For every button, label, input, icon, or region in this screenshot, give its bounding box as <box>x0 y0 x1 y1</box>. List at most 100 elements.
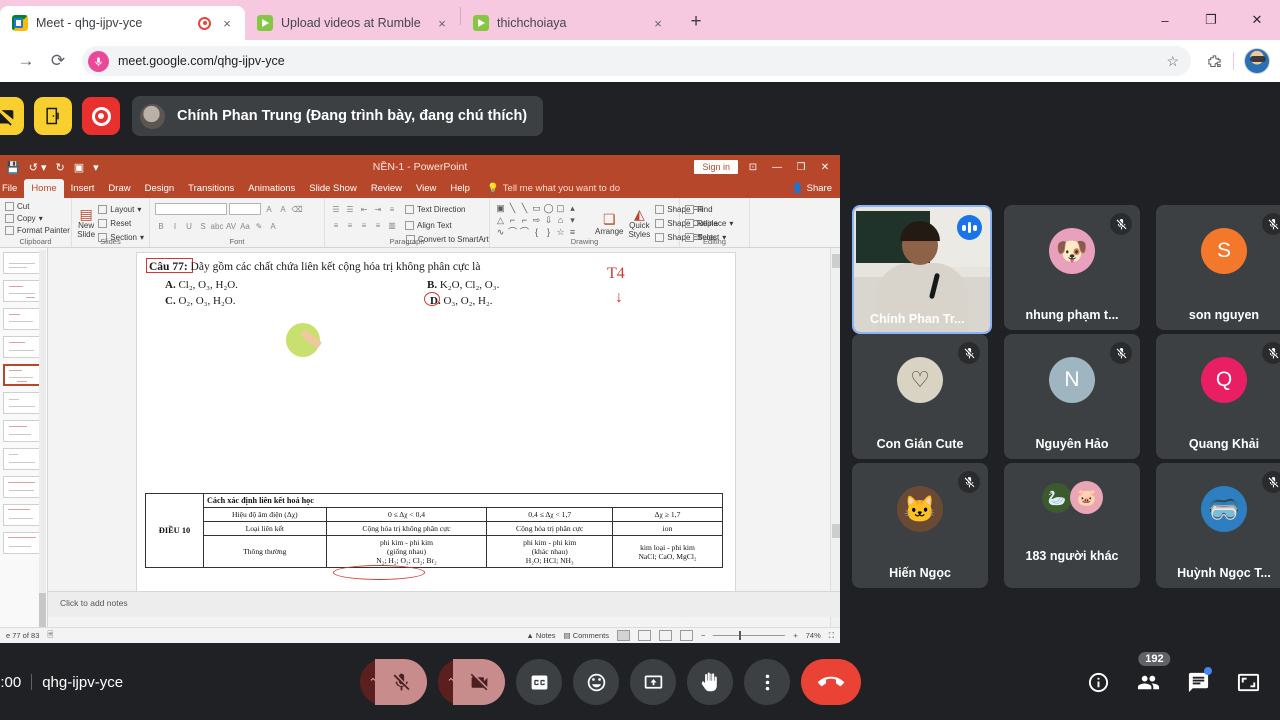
scroll-thumb[interactable] <box>832 524 840 538</box>
tab-view[interactable]: View <box>409 179 443 198</box>
decrease-font-size-icon[interactable]: A <box>277 203 289 215</box>
browser-tab-meet[interactable]: Meet - qhg-ijpv-yce × <box>0 6 245 40</box>
leave-call-button[interactable] <box>801 659 861 705</box>
extensions-puzzle-icon[interactable] <box>1199 46 1229 76</box>
tab-close-icon[interactable]: × <box>219 16 235 31</box>
browser-tab-rumble[interactable]: Upload videos at Rumble × <box>245 6 460 40</box>
slide-thumbnail[interactable] <box>3 308 41 330</box>
slideshow-view-icon[interactable] <box>679 630 693 641</box>
current-slide[interactable]: Câu 77: Dãy gồm các chất chứa liên kết c… <box>136 252 736 592</box>
comments-button[interactable]: ▤ Comments <box>564 631 609 640</box>
shape-triangle-icon[interactable]: △ <box>495 215 506 226</box>
meeting-details-button[interactable] <box>1080 664 1116 700</box>
shape-arrow-right-icon[interactable]: ⇨ <box>531 215 542 226</box>
shape-line2-icon[interactable]: ╲ <box>519 203 530 214</box>
zoom-out-icon[interactable]: − <box>701 631 705 640</box>
microphone-permission-icon[interactable] <box>88 50 109 72</box>
more-options-button[interactable] <box>744 659 790 705</box>
ppt-restore-button[interactable]: ❐ <box>792 162 810 173</box>
text-direction-button[interactable]: Text Direction <box>405 203 465 215</box>
tab-transitions[interactable]: Transitions <box>181 179 241 198</box>
slide-thumbnail[interactable] <box>3 252 41 274</box>
reset-button[interactable]: Reset <box>98 217 144 229</box>
shape-elbow2-icon[interactable]: ⌐ <box>519 215 530 226</box>
slide-canvas[interactable]: Câu 77: Dãy gồm các chất chứa liên kết c… <box>48 248 840 643</box>
participant-tile-son-nguyen[interactable]: S son nguyen <box>1156 205 1280 330</box>
normal-view-icon[interactable] <box>616 630 630 641</box>
replace-button[interactable]: Replace ▾ <box>685 217 744 229</box>
participant-tile-nguyen-hao[interactable]: N Nguyên Hảo <box>1004 334 1140 459</box>
reload-icon[interactable]: ⟳ <box>42 45 74 77</box>
italic-button[interactable]: I <box>169 220 181 232</box>
justify-icon[interactable]: ≡ <box>372 219 384 231</box>
reading-view-icon[interactable] <box>658 630 672 641</box>
bullets-icon[interactable]: ☰ <box>330 203 342 215</box>
accessibility-icon[interactable]: 🗏 <box>47 629 53 642</box>
shape-arrow-down-icon[interactable]: ⇩ <box>543 215 554 226</box>
slide-thumbnail[interactable] <box>3 448 41 470</box>
font-size-input[interactable] <box>229 203 261 215</box>
chat-button[interactable] <box>1180 664 1216 700</box>
tab-slide-show[interactable]: Slide Show <box>302 179 364 198</box>
notes-button[interactable]: ▲ Notes <box>526 631 555 640</box>
fit-to-window-icon[interactable]: ⛶ <box>829 631 834 641</box>
shadow-button[interactable]: S <box>197 220 209 232</box>
participant-tile-others[interactable]: 🦢 🐷 183 người khác <box>1004 463 1140 588</box>
tab-animations[interactable]: Animations <box>241 179 302 198</box>
change-case-button[interactable]: Aa <box>239 220 251 232</box>
slide-thumbnail[interactable] <box>3 392 41 414</box>
shape-textbox-icon[interactable]: ▣ <box>495 203 506 214</box>
slide-thumbnail[interactable] <box>3 476 41 498</box>
tab-close-icon[interactable]: × <box>650 16 666 31</box>
line-spacing-icon[interactable]: ≡ <box>386 203 398 215</box>
underline-button[interactable]: U <box>183 220 195 232</box>
raise-hand-button[interactable] <box>687 659 733 705</box>
tab-draw[interactable]: Draw <box>101 179 137 198</box>
share-button[interactable]: 👤 Share <box>792 179 840 198</box>
text-highlight-icon[interactable]: ✎ <box>253 220 265 232</box>
participant-tile-quang-khai[interactable]: Q Quang Khải <box>1156 334 1280 459</box>
slide-thumbnail-selected[interactable] <box>3 364 41 386</box>
camera-button[interactable] <box>453 659 505 705</box>
notes-pane[interactable]: Click to add notes <box>48 591 840 617</box>
decrease-indent-icon[interactable]: ⇤ <box>358 203 370 215</box>
slide-thumbnail-pane[interactable] <box>0 248 48 643</box>
address-bar[interactable]: meet.google.com/qhg-ijpv-yce ☆ <box>82 46 1191 76</box>
slide-thumbnail[interactable] <box>3 504 41 526</box>
slide-thumbnail[interactable] <box>3 420 41 442</box>
window-close-button[interactable]: ✕ <box>1234 0 1280 40</box>
tab-help[interactable]: Help <box>443 179 477 198</box>
slide-vertical-scrollbar[interactable] <box>830 248 840 643</box>
record-icon[interactable] <box>82 97 120 135</box>
new-tab-button[interactable]: + <box>682 8 710 36</box>
present-button[interactable] <box>630 659 676 705</box>
bookmark-star-icon[interactable]: ☆ <box>1166 53 1185 70</box>
tab-insert[interactable]: Insert <box>64 179 102 198</box>
thumbnail-scroll-thumb[interactable] <box>39 593 46 631</box>
ppt-close-button[interactable]: ✕ <box>816 162 834 173</box>
shape-scroll-up-icon[interactable]: ▴ <box>567 203 578 214</box>
participant-tile-con-gian-cute[interactable]: ♡ Con Gián Cute <box>852 334 988 459</box>
cut-button[interactable]: Cut <box>5 200 66 212</box>
font-color-icon[interactable]: A <box>267 220 279 232</box>
leave-icon[interactable] <box>34 97 72 135</box>
bold-button[interactable]: B <box>155 220 167 232</box>
font-family-input[interactable] <box>155 203 227 215</box>
columns-icon[interactable]: ▥ <box>386 219 398 231</box>
clear-formatting-icon[interactable]: ⌫ <box>291 203 303 215</box>
layout-button[interactable]: Layout ▾ <box>98 203 144 215</box>
profile-avatar[interactable] <box>1244 48 1270 74</box>
slide-sorter-view-icon[interactable] <box>637 630 651 641</box>
shape-elbow-icon[interactable]: ⌐ <box>507 215 518 226</box>
copy-button[interactable]: Copy ▾ <box>5 212 66 224</box>
shape-roundrect-icon[interactable]: ▢ <box>555 203 566 214</box>
tab-home[interactable]: Home <box>24 179 64 198</box>
microphone-button[interactable] <box>375 659 427 705</box>
slide-thumbnail[interactable] <box>3 336 41 358</box>
shape-rect-icon[interactable]: ▭ <box>531 203 542 214</box>
activities-button[interactable] <box>1230 664 1266 700</box>
align-center-icon[interactable]: ≡ <box>344 219 356 231</box>
ppt-minimize-button[interactable]: — <box>768 162 786 173</box>
tell-me-search[interactable]: 💡 Tell me what you want to do <box>477 179 620 198</box>
scroll-up-thumb[interactable] <box>832 254 840 268</box>
